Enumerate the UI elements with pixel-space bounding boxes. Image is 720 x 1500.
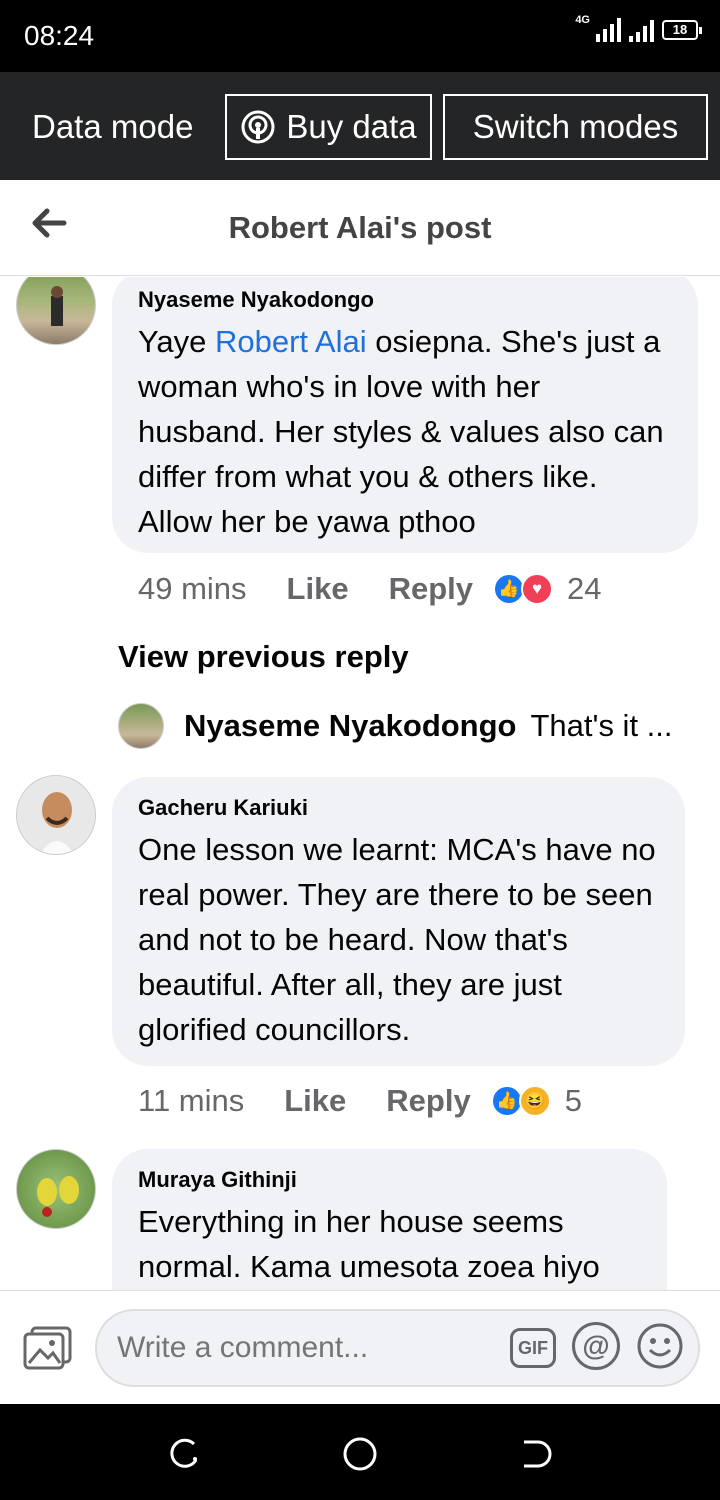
broadcast-icon — [241, 110, 275, 144]
avatar[interactable] — [16, 775, 96, 855]
comment-bubble[interactable]: Nyaseme Nyakodongo Yaye Robert Alai osie… — [112, 277, 698, 553]
like-button[interactable]: Like — [284, 1083, 346, 1119]
comment-text: Yaye Robert Alai osiepna. She's just a w… — [138, 319, 672, 544]
signal-icon-2 — [629, 18, 654, 42]
buy-data-button[interactable]: Buy data — [225, 94, 432, 160]
photo-icon[interactable] — [22, 1325, 74, 1371]
mention-icon[interactable]: @ — [572, 1322, 620, 1370]
comment-author[interactable]: Gacheru Kariuki — [138, 795, 659, 821]
system-nav-bar — [0, 1404, 720, 1500]
love-icon: ♥ — [521, 573, 553, 605]
network-type: 4G — [575, 14, 590, 26]
switch-modes-button[interactable]: Switch modes — [443, 94, 708, 160]
comment-time: 49 mins — [138, 571, 247, 606]
data-mode-bar: Data mode Buy data Switch modes — [0, 72, 720, 180]
home-icon[interactable] — [340, 1434, 380, 1474]
comment-meta: 11 mins Like Reply 👍 😆 5 — [138, 1083, 582, 1119]
comment-meta: 49 mins Like Reply 👍 ♥ 24 — [138, 571, 601, 607]
reply-author: Nyaseme Nyakodongo — [184, 708, 517, 743]
battery-icon: 18 — [662, 20, 702, 40]
back-icon[interactable] — [516, 1434, 556, 1474]
reactions[interactable]: 👍 ♥ — [493, 573, 553, 605]
comment-text-part: Yaye — [138, 324, 215, 359]
haha-icon: 😆 — [518, 1085, 551, 1117]
signal-icon — [596, 18, 621, 42]
mention-link[interactable]: Robert Alai — [215, 324, 367, 359]
reaction-count: 24 — [567, 571, 602, 606]
comment-text: One lesson we learnt: MCA's have no real… — [138, 832, 656, 1047]
post-header: Robert Alai's post — [0, 180, 720, 276]
page-title: Robert Alai's post — [228, 210, 492, 245]
status-bar: 08:24 4G 18 — [0, 0, 720, 72]
comment-bubble[interactable]: Gacheru Kariuki One lesson we learnt: MC… — [112, 777, 685, 1066]
comment-author[interactable]: Muraya Githinji — [138, 1167, 641, 1193]
status-time: 08:24 — [24, 20, 95, 51]
switch-modes-label: Switch modes — [472, 108, 679, 145]
reply-preview[interactable]: Nyaseme Nyakodongo That's it ... — [118, 703, 698, 749]
like-icon: 👍 — [490, 1085, 523, 1117]
status-icons: 4G 18 — [575, 14, 702, 42]
reaction-count: 5 — [564, 1083, 582, 1118]
reply-button[interactable]: Reply — [386, 1083, 470, 1119]
emoji-icon[interactable] — [636, 1322, 684, 1370]
comment-author[interactable]: Nyaseme Nyakodongo — [138, 287, 672, 313]
avatar[interactable] — [16, 1149, 96, 1229]
reply-text: That's it ... — [530, 708, 673, 743]
buy-data-label: Buy data — [286, 108, 417, 145]
reply-button[interactable]: Reply — [389, 571, 473, 607]
recents-icon[interactable] — [164, 1434, 204, 1474]
reactions[interactable]: 👍 😆 — [490, 1085, 551, 1117]
like-button[interactable]: Like — [287, 571, 349, 607]
comment-bubble[interactable]: Muraya Githinji Everything in her house … — [112, 1149, 667, 1290]
gif-icon[interactable]: GIF — [510, 1328, 556, 1368]
comments-feed[interactable]: Nyaseme Nyakodongo Yaye Robert Alai osie… — [0, 277, 720, 1290]
avatar[interactable] — [16, 277, 96, 345]
comment-time: 11 mins — [138, 1083, 245, 1118]
comment-text: Everything in her house seems normal. Ka… — [138, 1204, 600, 1284]
view-previous-reply[interactable]: View previous reply — [118, 639, 409, 675]
data-mode-label: Data mode — [32, 108, 194, 145]
avatar — [118, 703, 164, 749]
